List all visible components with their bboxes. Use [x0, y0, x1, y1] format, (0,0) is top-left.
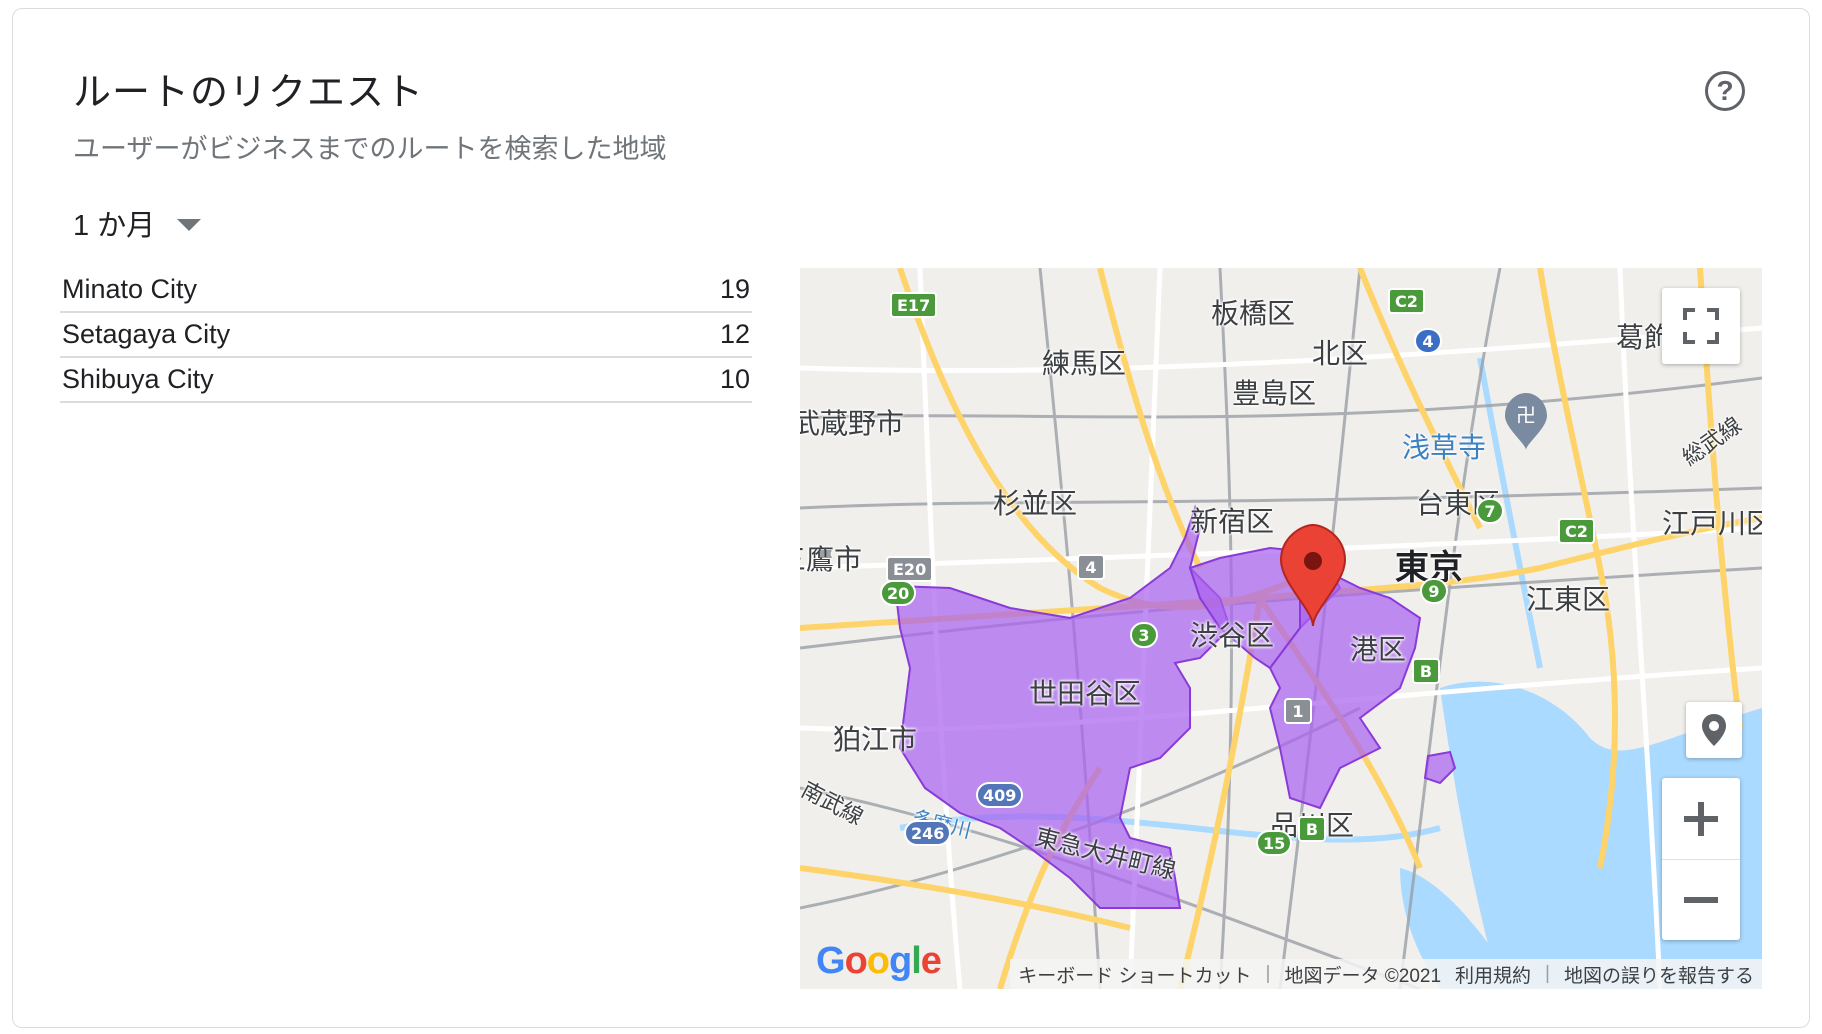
- list-item: Shibuya City 10: [60, 358, 752, 403]
- map-label-koto: 江東区: [1526, 584, 1611, 615]
- route-shield: 409: [976, 782, 1024, 808]
- map-label-musashino: 武蔵野市: [800, 408, 905, 439]
- help-icon[interactable]: ?: [1705, 71, 1745, 111]
- map-label-edogawa: 江戸川区: [1662, 508, 1762, 539]
- area-list: Minato City 19 Setagaya City 12 Shibuya …: [60, 268, 752, 403]
- keyboard-shortcuts-link[interactable]: キーボード ショートカット: [1018, 961, 1251, 988]
- fullscreen-icon: [1683, 308, 1719, 344]
- card-title: ルートのリクエスト: [73, 72, 425, 114]
- report-error-link[interactable]: 地図の誤りを報告する: [1564, 961, 1754, 988]
- area-name: Setagaya City: [62, 319, 231, 349]
- map-attribution: キーボード ショートカット | 地図データ ©2021 利用規約 | 地図の誤り…: [1010, 959, 1762, 989]
- map-label-komae: 狛江市: [833, 724, 918, 755]
- route-shield: 4: [1077, 554, 1105, 580]
- chevron-down-icon: [177, 218, 202, 231]
- area-name: Minato City: [62, 274, 198, 304]
- area-count: 10: [719, 364, 750, 394]
- svg-text:卍: 卍: [1516, 403, 1536, 427]
- route-shield: 9: [1420, 578, 1448, 604]
- google-logo: Google: [816, 940, 942, 982]
- area-count: 12: [719, 319, 750, 349]
- route-shield: B: [1298, 816, 1326, 842]
- map-label-toshima: 豊島区: [1232, 378, 1317, 409]
- map-label-nerima: 練馬区: [1042, 348, 1127, 379]
- zoom-controls: [1662, 778, 1740, 940]
- route-shield: 4: [1414, 328, 1442, 354]
- list-item: Minato City 19: [60, 268, 752, 313]
- map-label-shinjuku: 新宿区: [1190, 506, 1275, 537]
- route-shield: 15: [1256, 830, 1293, 856]
- route-shield: 20: [880, 580, 917, 606]
- map-label-itabashi: 板橋区: [1211, 298, 1296, 329]
- minus-icon: [1684, 896, 1718, 903]
- route-shield: B: [1412, 658, 1440, 684]
- period-dropdown[interactable]: 1 か月: [73, 202, 202, 244]
- map-view[interactable]: 卍 板橋区 北区 練馬区 豊島区 葛飾 武蔵野市 浅草寺 総武線 杉並区 新宿区…: [800, 268, 1762, 989]
- zoom-out-button[interactable]: [1662, 860, 1740, 940]
- route-shield: E20: [886, 556, 934, 582]
- map-label-suginami: 杉並区: [993, 488, 1078, 519]
- route-shield: C2: [1558, 518, 1595, 544]
- zoom-in-button[interactable]: [1662, 779, 1740, 860]
- list-item: Setagaya City 12: [60, 313, 752, 358]
- terms-link[interactable]: 利用規約: [1455, 961, 1531, 988]
- period-label: 1 か月: [73, 210, 156, 242]
- map-label-minato: 港区: [1350, 634, 1407, 665]
- fullscreen-button[interactable]: [1662, 288, 1740, 364]
- route-shield: 7: [1476, 498, 1504, 524]
- card-subtitle: ユーザーがビジネスまでのルートを検索した地域: [73, 134, 667, 164]
- route-shield: 246: [904, 820, 952, 846]
- route-shield: 3: [1130, 622, 1158, 648]
- map-label-asakusa: 浅草寺: [1402, 432, 1487, 463]
- street-view-button[interactable]: [1686, 702, 1742, 758]
- route-shield: E17: [890, 292, 938, 318]
- map-label-kita: 北区: [1312, 338, 1369, 369]
- map-label-mitaka: 三鷹市: [800, 544, 863, 575]
- map-data-text: 地図データ ©2021: [1284, 965, 1442, 987]
- area-count: 19: [719, 274, 750, 304]
- plus-icon: [1684, 801, 1718, 836]
- map-label-shibuya: 渋谷区: [1190, 620, 1275, 651]
- location-pin-icon: [1702, 714, 1726, 746]
- area-name: Shibuya City: [62, 364, 214, 394]
- route-shield: C2: [1388, 288, 1425, 314]
- route-shield: 1: [1284, 698, 1312, 724]
- map-label-setagaya: 世田谷区: [1029, 678, 1142, 709]
